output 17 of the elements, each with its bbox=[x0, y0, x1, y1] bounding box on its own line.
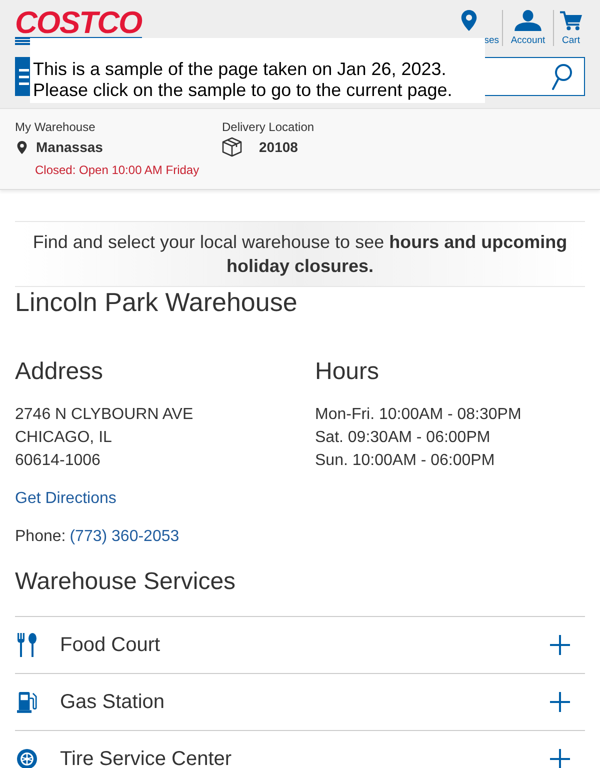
hours-heading: Hours bbox=[315, 357, 380, 387]
notice-text: This is a sample of the page taken on Jan 26, 2023. bbox=[33, 59, 446, 80]
warehouse-title: Lincoln Park Warehouse bbox=[15, 287, 298, 317]
info-message: Find and select your local warehouse to see hours and upcoming holiday closures. bbox=[15, 221, 585, 287]
address-heading: Address bbox=[15, 357, 104, 387]
address-line: 2746 N CLYBOURN AVE bbox=[15, 405, 194, 425]
hours-line: Mon-Fri. 10:00AM - 08:30PM bbox=[315, 405, 522, 425]
phone-label: Phone: bbox=[15, 527, 66, 547]
hours-line: Sun. 10:00AM - 06:00PM bbox=[315, 451, 495, 471]
address-line: CHICAGO, IL bbox=[15, 428, 112, 448]
my-warehouse-label: My Warehouse bbox=[15, 119, 96, 135]
hours-line: Sat. 09:30AM - 06:00PM bbox=[315, 428, 490, 448]
notice-text: Please click on the sample to go to the current page. bbox=[33, 80, 452, 101]
warehouse-status-text: Closed: Open 10:00 AM Friday bbox=[35, 162, 200, 178]
services-heading: Warehouse Services bbox=[15, 567, 236, 597]
delivery-location-label: Delivery Location bbox=[222, 119, 314, 135]
address-line: 60614-1006 bbox=[15, 451, 100, 471]
